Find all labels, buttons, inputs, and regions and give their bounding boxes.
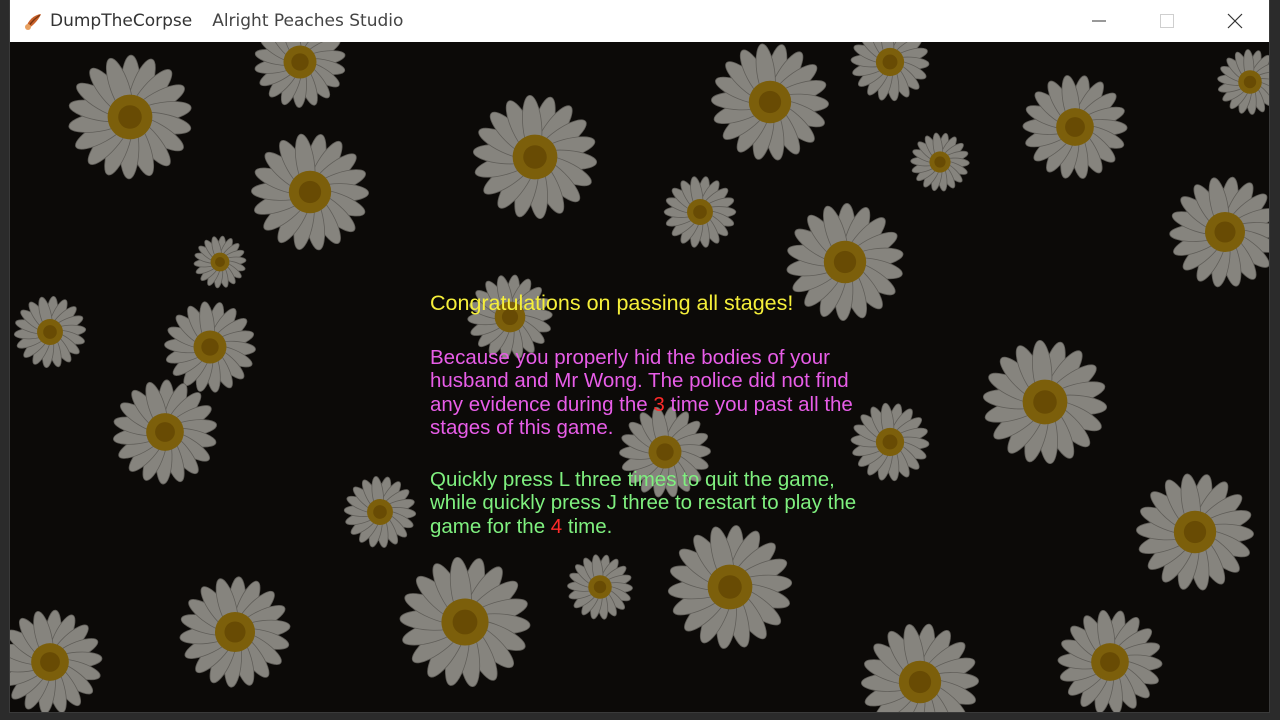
window-controls	[1065, 0, 1269, 42]
end-message: Congratulations on passing all stages! B…	[430, 291, 870, 539]
instructions-text-end: time.	[562, 514, 613, 538]
instructions-text: Quickly press L three times to quit the …	[430, 468, 870, 539]
title-bar[interactable]: DumpTheCorpse Alright Peaches Studio	[10, 0, 1269, 42]
maximize-icon	[1160, 14, 1174, 28]
app-title: DumpTheCorpse	[50, 11, 193, 31]
next-play-count: 4	[550, 514, 563, 538]
game-window: DumpTheCorpse Alright Peaches Studio Con…	[10, 0, 1269, 712]
instructions-text-start: Quickly press L three times to quit the …	[430, 467, 857, 538]
peach-icon	[25, 14, 41, 30]
close-icon	[1227, 13, 1243, 29]
game-scene[interactable]: Congratulations on passing all stages! B…	[10, 42, 1269, 712]
play-count: 3	[653, 392, 665, 416]
congratulations-text: Congratulations on passing all stages!	[430, 291, 794, 315]
studio-name: Alright Peaches Studio	[212, 11, 404, 31]
maximize-button[interactable]	[1133, 0, 1201, 42]
minimize-icon	[1092, 20, 1106, 22]
minimize-button[interactable]	[1065, 0, 1133, 42]
story-text: Because you properly hid the bodies of y…	[430, 346, 870, 440]
close-button[interactable]	[1201, 0, 1269, 42]
